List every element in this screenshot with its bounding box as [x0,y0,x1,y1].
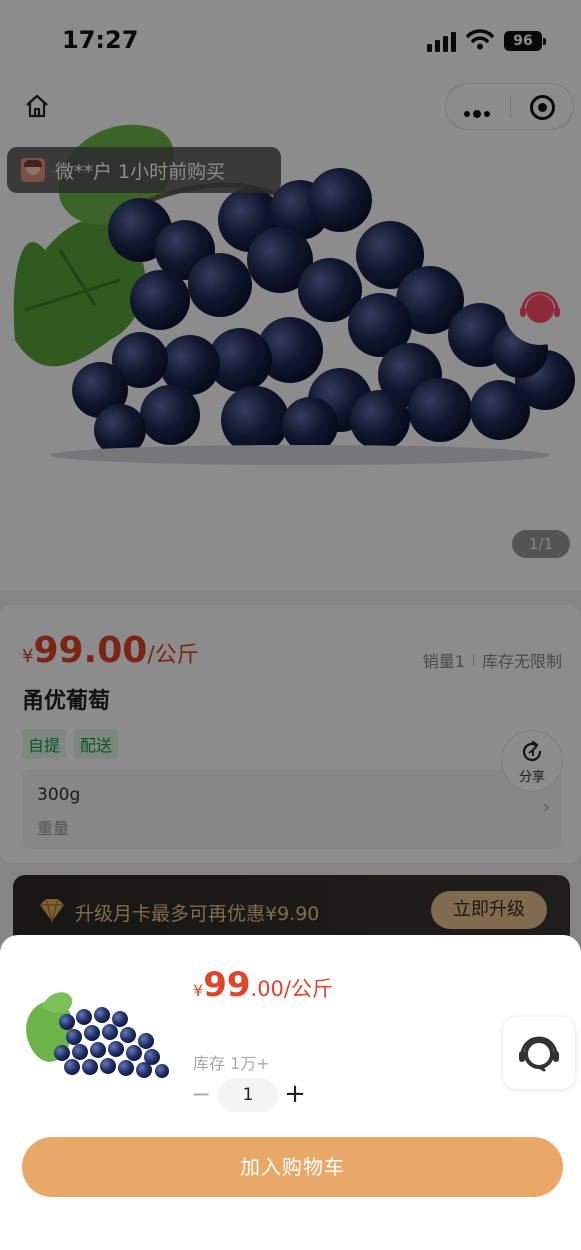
quantity-input[interactable]: 1 [218,1078,278,1112]
sheet-price-symbol: ¥ [193,981,204,1000]
quantity-stepper: − 1 + [190,1078,306,1112]
sheet-price-unit: /公斤 [283,977,333,1001]
sheet-product-thumbnail [22,957,177,1112]
add-to-cart-sheet: ¥99.00/公斤 库存 1万+ − 1 + 加入购物车 [0,935,581,1250]
sheet-price-dec: .00 [250,977,284,1001]
add-to-cart-button[interactable]: 加入购物车 [22,1137,563,1197]
increase-quantity-button[interactable]: + [284,1081,306,1107]
sheet-customer-service-button[interactable] [503,1017,575,1089]
decrease-quantity-button[interactable]: − [190,1082,212,1106]
sheet-stock: 库存 1万+ [193,1054,270,1073]
sheet-price-int: 99 [203,965,251,1005]
sheet-product-image [26,992,169,1078]
sheet-price: ¥99.00/公斤 [193,965,333,1005]
headset-icon [519,1036,559,1072]
